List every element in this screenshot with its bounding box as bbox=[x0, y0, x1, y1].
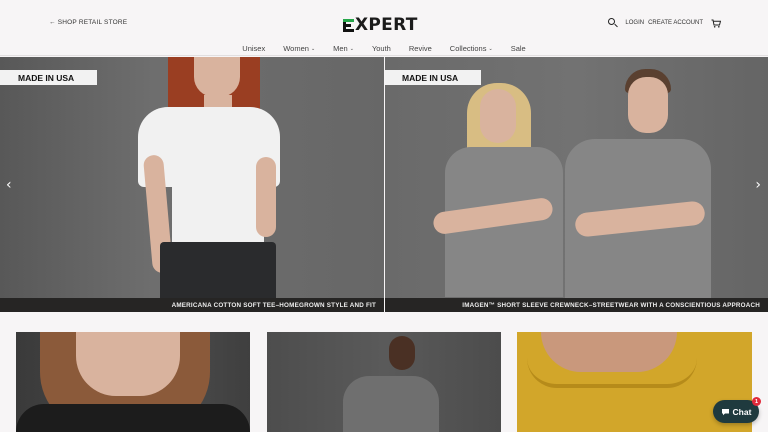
chevron-left-icon[interactable]: ‹ bbox=[6, 177, 12, 193]
nav-item-men[interactable]: Men ⌄ bbox=[324, 44, 363, 53]
hero-slide-americana[interactable]: MADE IN USA AMERICANA COTTON SOFT TEE–HO… bbox=[0, 57, 384, 312]
white-tee-body bbox=[172, 167, 264, 252]
product-card[interactable] bbox=[267, 332, 501, 432]
model-face bbox=[480, 89, 516, 143]
gray-tee bbox=[343, 376, 439, 432]
model-jeans bbox=[160, 242, 276, 298]
made-in-usa-badge: MADE IN USA bbox=[0, 70, 97, 85]
nav-label: Collections bbox=[449, 44, 487, 53]
product-row bbox=[0, 312, 768, 432]
model-face bbox=[389, 336, 415, 370]
nav-label: Unisex bbox=[242, 44, 266, 53]
nav-label: Sale bbox=[510, 44, 526, 53]
made-in-usa-badge: MADE IN USA bbox=[385, 70, 481, 85]
main-nav: Unisex Women ⌄ Men ⌄ Youth Revive Collecti… bbox=[0, 44, 768, 53]
model-arm-right bbox=[256, 157, 276, 237]
hero-caption[interactable]: AMERICANA COTTON SOFT TEE–HOMEGROWN STYL… bbox=[0, 298, 384, 312]
product-card[interactable] bbox=[16, 332, 250, 432]
model-face bbox=[628, 77, 668, 133]
hero-caption[interactable]: IMAGEN™ SHORT SLEEVE CREWNECK–STREETWEAR… bbox=[385, 298, 768, 312]
black-tee bbox=[16, 404, 250, 432]
chat-bubble-icon bbox=[721, 408, 729, 415]
nav-label: Youth bbox=[371, 44, 391, 53]
nav-item-sale[interactable]: Sale bbox=[502, 44, 535, 53]
logo-e-mark-icon bbox=[343, 18, 354, 32]
hero-slideshow: MADE IN USA AMERICANA COTTON SOFT TEE–HO… bbox=[0, 57, 768, 312]
chevron-down-icon: ⌄ bbox=[349, 45, 354, 52]
account-links: LOGIN CREATE ACCOUNT bbox=[608, 18, 721, 28]
chat-button[interactable]: Chat 1 bbox=[713, 397, 761, 423]
hero-slide-imagen[interactable]: MADE IN USA IMAGEN™ SHORT SLEEVE CREWNEC… bbox=[385, 57, 768, 312]
expert-logo[interactable]: XPERT bbox=[343, 14, 425, 36]
nav-label: Revive bbox=[408, 44, 432, 53]
model-face bbox=[194, 57, 240, 97]
chevron-down-icon: ⌄ bbox=[488, 45, 493, 52]
nav-item-women[interactable]: Women ⌄ bbox=[274, 44, 324, 53]
nav-label: Women bbox=[283, 44, 309, 53]
shop-retail-store-link[interactable]: ← SHOP RETAIL STORE bbox=[49, 19, 127, 26]
create-account-link[interactable]: CREATE ACCOUNT bbox=[648, 20, 703, 26]
chevron-down-icon: ⌄ bbox=[310, 45, 316, 52]
cart-icon[interactable] bbox=[711, 19, 721, 28]
search-icon[interactable] bbox=[608, 18, 619, 28]
yellow-tee-collar bbox=[527, 358, 697, 388]
chat-label: Chat bbox=[732, 406, 752, 417]
logo-text: XPERT bbox=[355, 15, 418, 35]
login-link[interactable]: LOGIN bbox=[625, 20, 644, 26]
nav-item-collections[interactable]: Collections ⌄ bbox=[441, 44, 502, 53]
chevron-right-icon[interactable]: › bbox=[755, 177, 761, 193]
nav-item-unisex[interactable]: Unisex bbox=[233, 44, 274, 53]
nav-item-youth[interactable]: Youth bbox=[363, 44, 400, 53]
model-face bbox=[76, 332, 180, 396]
site-header: ← SHOP RETAIL STORE XPERT LOGIN CREATE A… bbox=[0, 0, 768, 56]
nav-label: Men bbox=[333, 44, 348, 53]
nav-item-revive[interactable]: Revive bbox=[400, 44, 441, 53]
chat-notification-badge: 1 bbox=[752, 397, 761, 406]
